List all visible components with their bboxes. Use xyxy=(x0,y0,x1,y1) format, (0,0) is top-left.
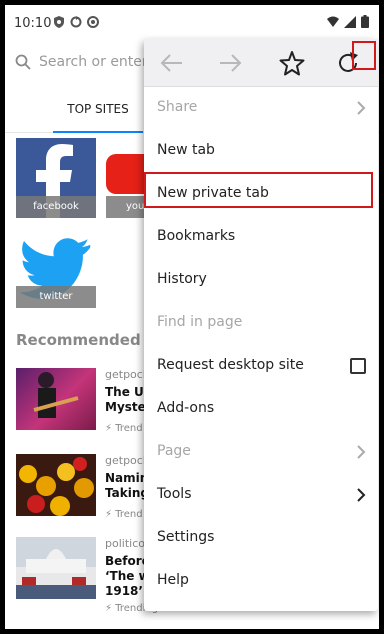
story-trending: ⚡ Trend xyxy=(105,423,143,434)
story-source: politico xyxy=(105,537,145,550)
story-source: getpock xyxy=(105,454,150,467)
cellular-signal-icon xyxy=(344,15,356,28)
top-site-youtube[interactable]: you xyxy=(106,138,144,218)
menu-item-label: Request desktop site xyxy=(157,357,304,373)
story-trend-label: Trend xyxy=(115,509,143,520)
story-trend-label: Trend xyxy=(115,423,143,434)
chevron-right-icon xyxy=(357,488,366,502)
story-title: Before ‘The w 1918’ xyxy=(105,554,145,598)
lightning-icon: ⚡ xyxy=(105,603,113,614)
menu-item-share[interactable]: Share xyxy=(144,87,378,130)
chevron-right-icon xyxy=(357,445,366,459)
search-icon xyxy=(15,54,31,70)
menu-item-label: Settings xyxy=(157,529,215,545)
menu-item-label: Tools xyxy=(157,486,192,502)
top-site-label: you xyxy=(106,196,144,218)
overflow-menu: Share New tab New private tab Bookmarks … xyxy=(144,39,378,611)
menu-item-page[interactable]: Page xyxy=(144,431,378,474)
status-right xyxy=(327,15,369,28)
lightning-icon: ⚡ xyxy=(105,423,113,434)
story-trending: ⚡ Trend xyxy=(105,509,143,520)
wifi-icon xyxy=(327,16,339,27)
desktop-site-checkbox[interactable] xyxy=(350,358,366,374)
highlight-box-new-private-tab xyxy=(144,172,373,208)
top-site-twitter[interactable]: twitter xyxy=(16,228,96,308)
menu-item-label: New tab xyxy=(157,142,215,158)
menu-item-label: History xyxy=(157,271,207,287)
capitol-image xyxy=(16,549,96,599)
menu-item-add-ons[interactable]: Add-ons xyxy=(144,388,378,431)
menu-item-help[interactable]: Help xyxy=(144,560,378,603)
story-source: getpock xyxy=(105,368,150,381)
menu-item-bookmarks[interactable]: Bookmarks xyxy=(144,216,378,259)
battery-icon xyxy=(361,15,369,28)
highlight-box-refresh xyxy=(352,41,376,70)
tab-top-sites[interactable]: TOP SITES xyxy=(53,87,143,133)
menu-item-label: Bookmarks xyxy=(157,228,236,244)
chevron-right-icon xyxy=(357,101,366,115)
status-time: 10:10 xyxy=(14,16,52,31)
menu-item-request-desktop-site[interactable]: Request desktop site xyxy=(144,345,378,388)
menu-item-label: Page xyxy=(157,443,191,459)
menu-item-label: Add-ons xyxy=(157,400,215,416)
data-saver-icon xyxy=(87,16,99,28)
menu-item-label: Help xyxy=(157,572,189,588)
menu-item-settings[interactable]: Settings xyxy=(144,517,378,560)
forward-arrow-icon[interactable] xyxy=(216,49,244,77)
shield-icon xyxy=(54,16,64,28)
url-input[interactable]: Search or enter a xyxy=(39,54,149,70)
story-title: Namin Taking xyxy=(105,471,145,500)
lightning-icon: ⚡ xyxy=(105,509,113,520)
story-title: The Un Myster xyxy=(105,385,145,414)
menu-item-new-tab[interactable]: New tab xyxy=(144,130,378,173)
top-site-facebook[interactable]: facebook xyxy=(16,138,96,218)
story-thumbnail xyxy=(16,368,96,430)
screen: 10:10 Search or enter a TOP SITES facebo… xyxy=(5,5,379,629)
menu-item-find-in-page[interactable]: Find in page xyxy=(144,302,378,345)
story-thumbnail xyxy=(16,454,96,516)
menu-item-label: Find in page xyxy=(157,314,243,330)
menu-item-history[interactable]: History xyxy=(144,259,378,302)
guitarist-image xyxy=(33,372,79,418)
menu-toolbar xyxy=(144,39,378,87)
top-site-label: facebook xyxy=(16,196,96,218)
star-icon[interactable] xyxy=(278,49,306,77)
sync-icon xyxy=(70,16,82,28)
story-thumbnail xyxy=(16,537,96,599)
status-bar: 10:10 xyxy=(5,5,379,39)
menu-item-label: Share xyxy=(157,99,198,115)
flowers-image xyxy=(19,457,94,516)
top-site-label: twitter xyxy=(16,286,96,308)
back-arrow-icon[interactable] xyxy=(158,49,186,77)
menu-item-tools[interactable]: Tools xyxy=(144,474,378,517)
